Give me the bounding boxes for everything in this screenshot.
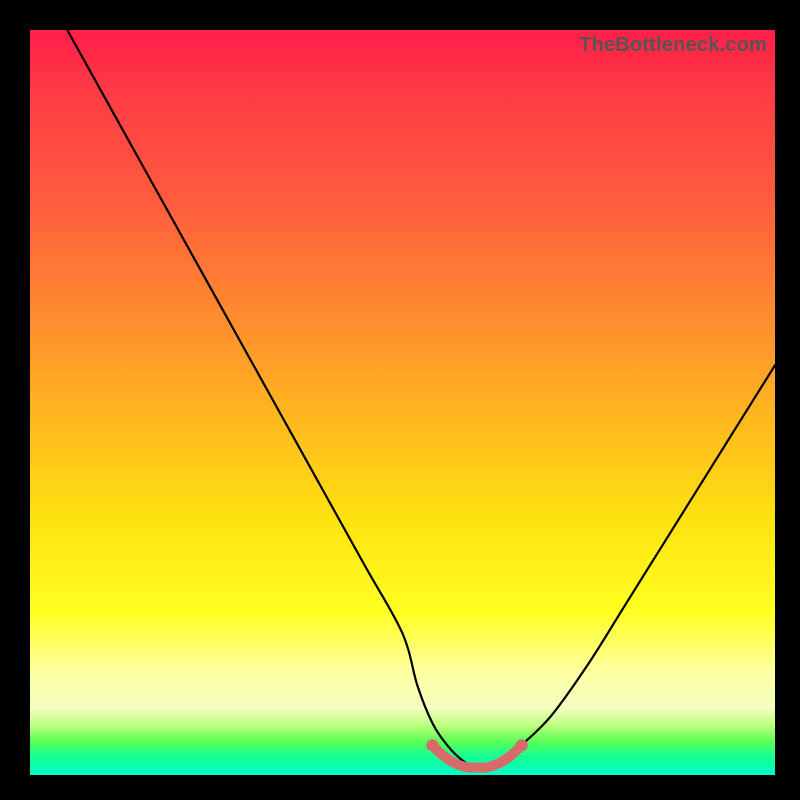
plot-area: TheBottleneck.com: [30, 30, 775, 775]
sweet-spot-end-dot: [426, 739, 438, 751]
chart-frame: TheBottleneck.com: [0, 0, 800, 800]
main-curve-path: [67, 30, 775, 768]
chart-svg: [30, 30, 775, 775]
sweet-spot-path: [432, 745, 521, 767]
sweet-spot-end-dot: [516, 739, 528, 751]
